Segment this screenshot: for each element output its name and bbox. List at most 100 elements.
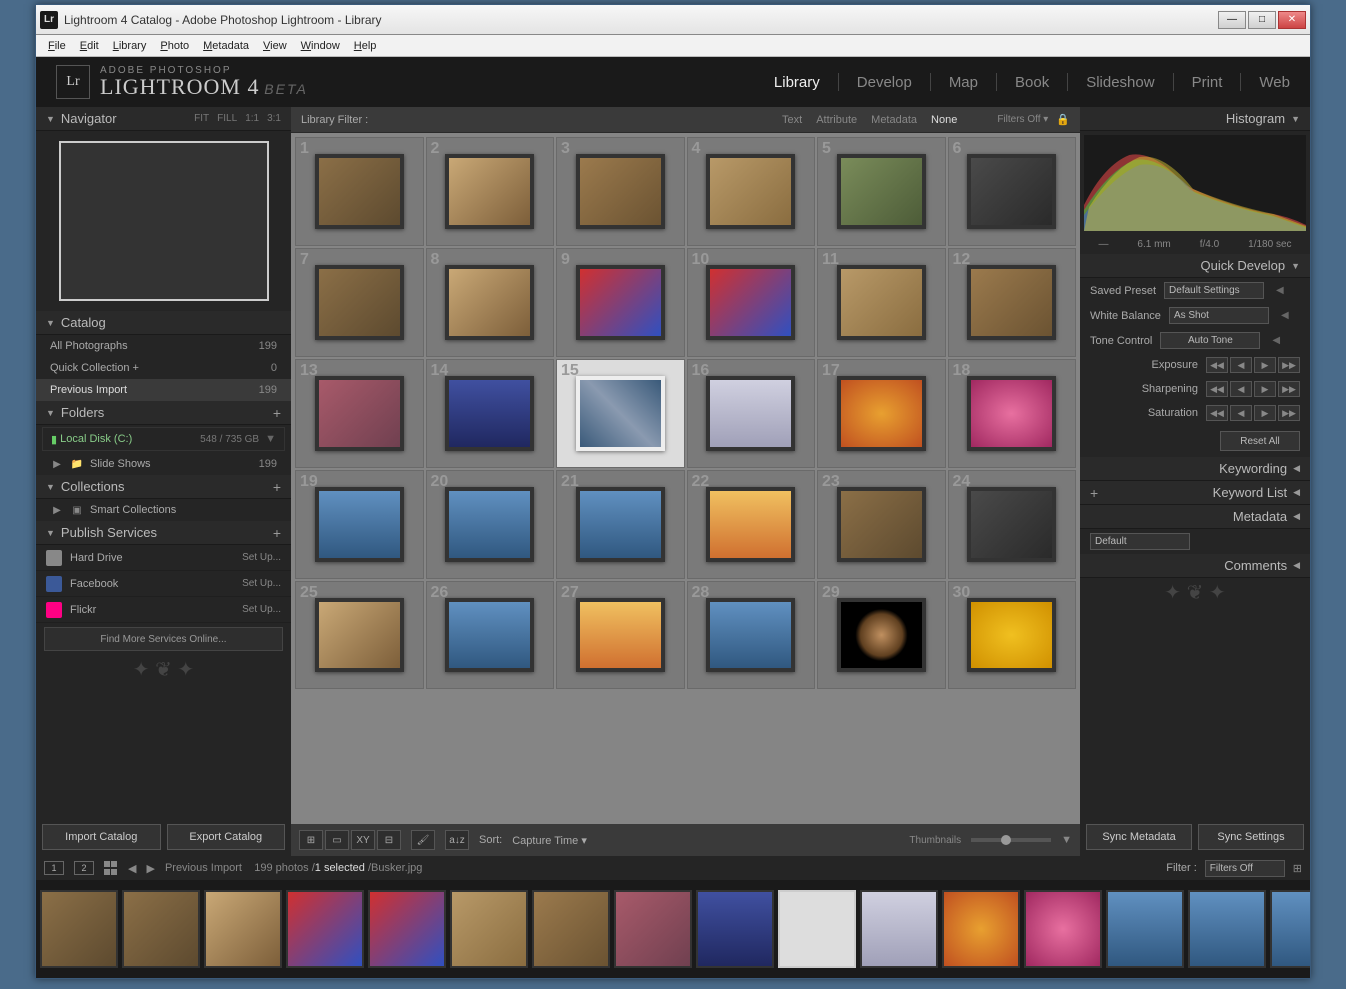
setup-button[interactable]: Set Up... [242,552,281,563]
nav-mode-3:1[interactable]: 3:1 [267,113,281,124]
catalog-row[interactable]: Previous Import199 [36,379,291,401]
grid-cell[interactable]: 25 [295,581,424,690]
reset-all-button[interactable]: Reset All [1220,431,1300,451]
filmstrip-thumb[interactable] [368,890,446,968]
autotone-button[interactable]: Auto Tone [1160,332,1260,349]
step-plus[interactable]: ▶ [1254,405,1276,421]
close-button[interactable]: ✕ [1278,11,1306,29]
disk-row[interactable]: ▮ Local Disk (C:) 548 / 735 GB ▼ [42,427,285,451]
breadcrumb[interactable]: Previous Import 199 photos /1 selected /… [165,862,422,874]
catalog-header[interactable]: ▼Catalog [36,311,291,335]
step-plus-big[interactable]: ▶▶ [1278,405,1300,421]
grid-cell[interactable]: 1 [295,137,424,246]
filter-tab-attribute[interactable]: Attribute [816,114,857,126]
step-minus-big[interactable]: ◀◀ [1206,357,1228,373]
grid-cell[interactable]: 11 [817,248,946,357]
grid-cell[interactable]: 18 [948,359,1077,468]
catalog-row[interactable]: All Photographs199 [36,335,291,357]
grid-cell[interactable]: 29 [817,581,946,690]
filmstrip-filter-dropdown[interactable]: Filters Off [1205,860,1285,877]
nav-mode-fill[interactable]: FILL [217,113,237,124]
menu-photo[interactable]: Photo [154,38,195,54]
grid-cell[interactable]: 21 [556,470,685,579]
module-slideshow[interactable]: Slideshow [1086,74,1154,91]
filter-tab-text[interactable]: Text [782,114,802,126]
filmstrip-thumb[interactable] [204,890,282,968]
step-plus[interactable]: ▶ [1254,357,1276,373]
filmstrip-thumb[interactable] [696,890,774,968]
menu-view[interactable]: View [257,38,293,54]
catalog-row[interactable]: Quick Collection +0 [36,357,291,379]
step-minus[interactable]: ◀ [1230,381,1252,397]
quickdevelop-header[interactable]: Quick Develop▼ [1080,254,1310,278]
module-book[interactable]: Book [1015,74,1049,91]
grid-cell[interactable]: 20 [426,470,555,579]
grid-cell[interactable]: 22 [687,470,816,579]
folders-header[interactable]: ▼Folders + [36,401,291,425]
maximize-button[interactable]: □ [1248,11,1276,29]
grid-cell[interactable]: 14 [426,359,555,468]
setup-button[interactable]: Set Up... [242,578,281,589]
menu-file[interactable]: File [42,38,72,54]
publish-row[interactable]: Hard DriveSet Up... [36,545,291,571]
panel-keyword-list[interactable]: +Keyword List◀ [1080,481,1310,505]
filters-off-toggle[interactable]: Filters Off ▾ [997,114,1048,125]
setup-button[interactable]: Set Up... [242,604,281,615]
grid-cell[interactable]: 5 [817,137,946,246]
export-catalog-button[interactable]: Export Catalog [167,824,286,850]
back-arrow-icon[interactable]: ◀ [128,862,136,875]
grid-cell[interactable]: 30 [948,581,1077,690]
histogram-header[interactable]: Histogram▼ [1080,107,1310,131]
filmstrip-thumb[interactable] [942,890,1020,968]
step-minus[interactable]: ◀ [1230,357,1252,373]
lock-icon[interactable]: 🔒 [1056,113,1070,126]
filmstrip-thumb[interactable] [122,890,200,968]
filmstrip-thumb[interactable] [1024,890,1102,968]
navigator-header[interactable]: ▼Navigator FITFILL1:13:1 [36,107,291,131]
filmstrip[interactable] [36,880,1310,978]
loupe-view-icon[interactable]: ▭ [325,830,349,850]
filter-tab-metadata[interactable]: Metadata [871,114,917,126]
sync-settings-button[interactable]: Sync Settings [1198,824,1304,850]
module-web[interactable]: Web [1259,74,1290,91]
filter-tab-none[interactable]: None [931,114,957,126]
grid-cell[interactable]: 27 [556,581,685,690]
publish-row[interactable]: FacebookSet Up... [36,571,291,597]
grid-cell[interactable]: 9 [556,248,685,357]
grid-cell[interactable]: 12 [948,248,1077,357]
add-keyword-icon[interactable]: + [1090,485,1098,501]
menu-edit[interactable]: Edit [74,38,105,54]
nav-mode-fit[interactable]: FIT [194,113,209,124]
filmstrip-thumb[interactable] [1270,890,1310,968]
filmstrip-thumb[interactable] [286,890,364,968]
menu-metadata[interactable]: Metadata [197,38,255,54]
add-collection-icon[interactable]: + [273,479,281,495]
module-map[interactable]: Map [949,74,978,91]
step-minus-big[interactable]: ◀◀ [1206,405,1228,421]
step-minus[interactable]: ◀ [1230,405,1252,421]
grid-cell[interactable]: 15 [556,359,685,468]
histogram[interactable] [1084,135,1306,231]
grid-cell[interactable]: 2 [426,137,555,246]
grid-cell[interactable]: 23 [817,470,946,579]
monitor-1-button[interactable]: 1 [44,861,64,875]
sort-direction-icon[interactable]: a↓z [445,830,469,850]
publish-row[interactable]: FlickrSet Up... [36,597,291,623]
module-library[interactable]: Library [774,74,820,91]
panel-keywording[interactable]: Keywording◀ [1080,457,1310,481]
module-develop[interactable]: Develop [857,74,912,91]
grid-cell[interactable]: 17 [817,359,946,468]
menu-library[interactable]: Library [107,38,153,54]
menu-window[interactable]: Window [295,38,346,54]
add-folder-icon[interactable]: + [273,405,281,421]
grid-cell[interactable]: 4 [687,137,816,246]
panel-metadata[interactable]: Metadata◀ [1080,505,1310,529]
step-plus-big[interactable]: ▶▶ [1278,357,1300,373]
chevron-left-icon[interactable]: ◀ [1272,335,1280,346]
filmstrip-thumb[interactable] [860,890,938,968]
grid-cell[interactable]: 7 [295,248,424,357]
forward-arrow-icon[interactable]: ▶ [146,862,154,875]
grid-cell[interactable]: 3 [556,137,685,246]
filmstrip-thumb[interactable] [614,890,692,968]
menu-help[interactable]: Help [348,38,383,54]
